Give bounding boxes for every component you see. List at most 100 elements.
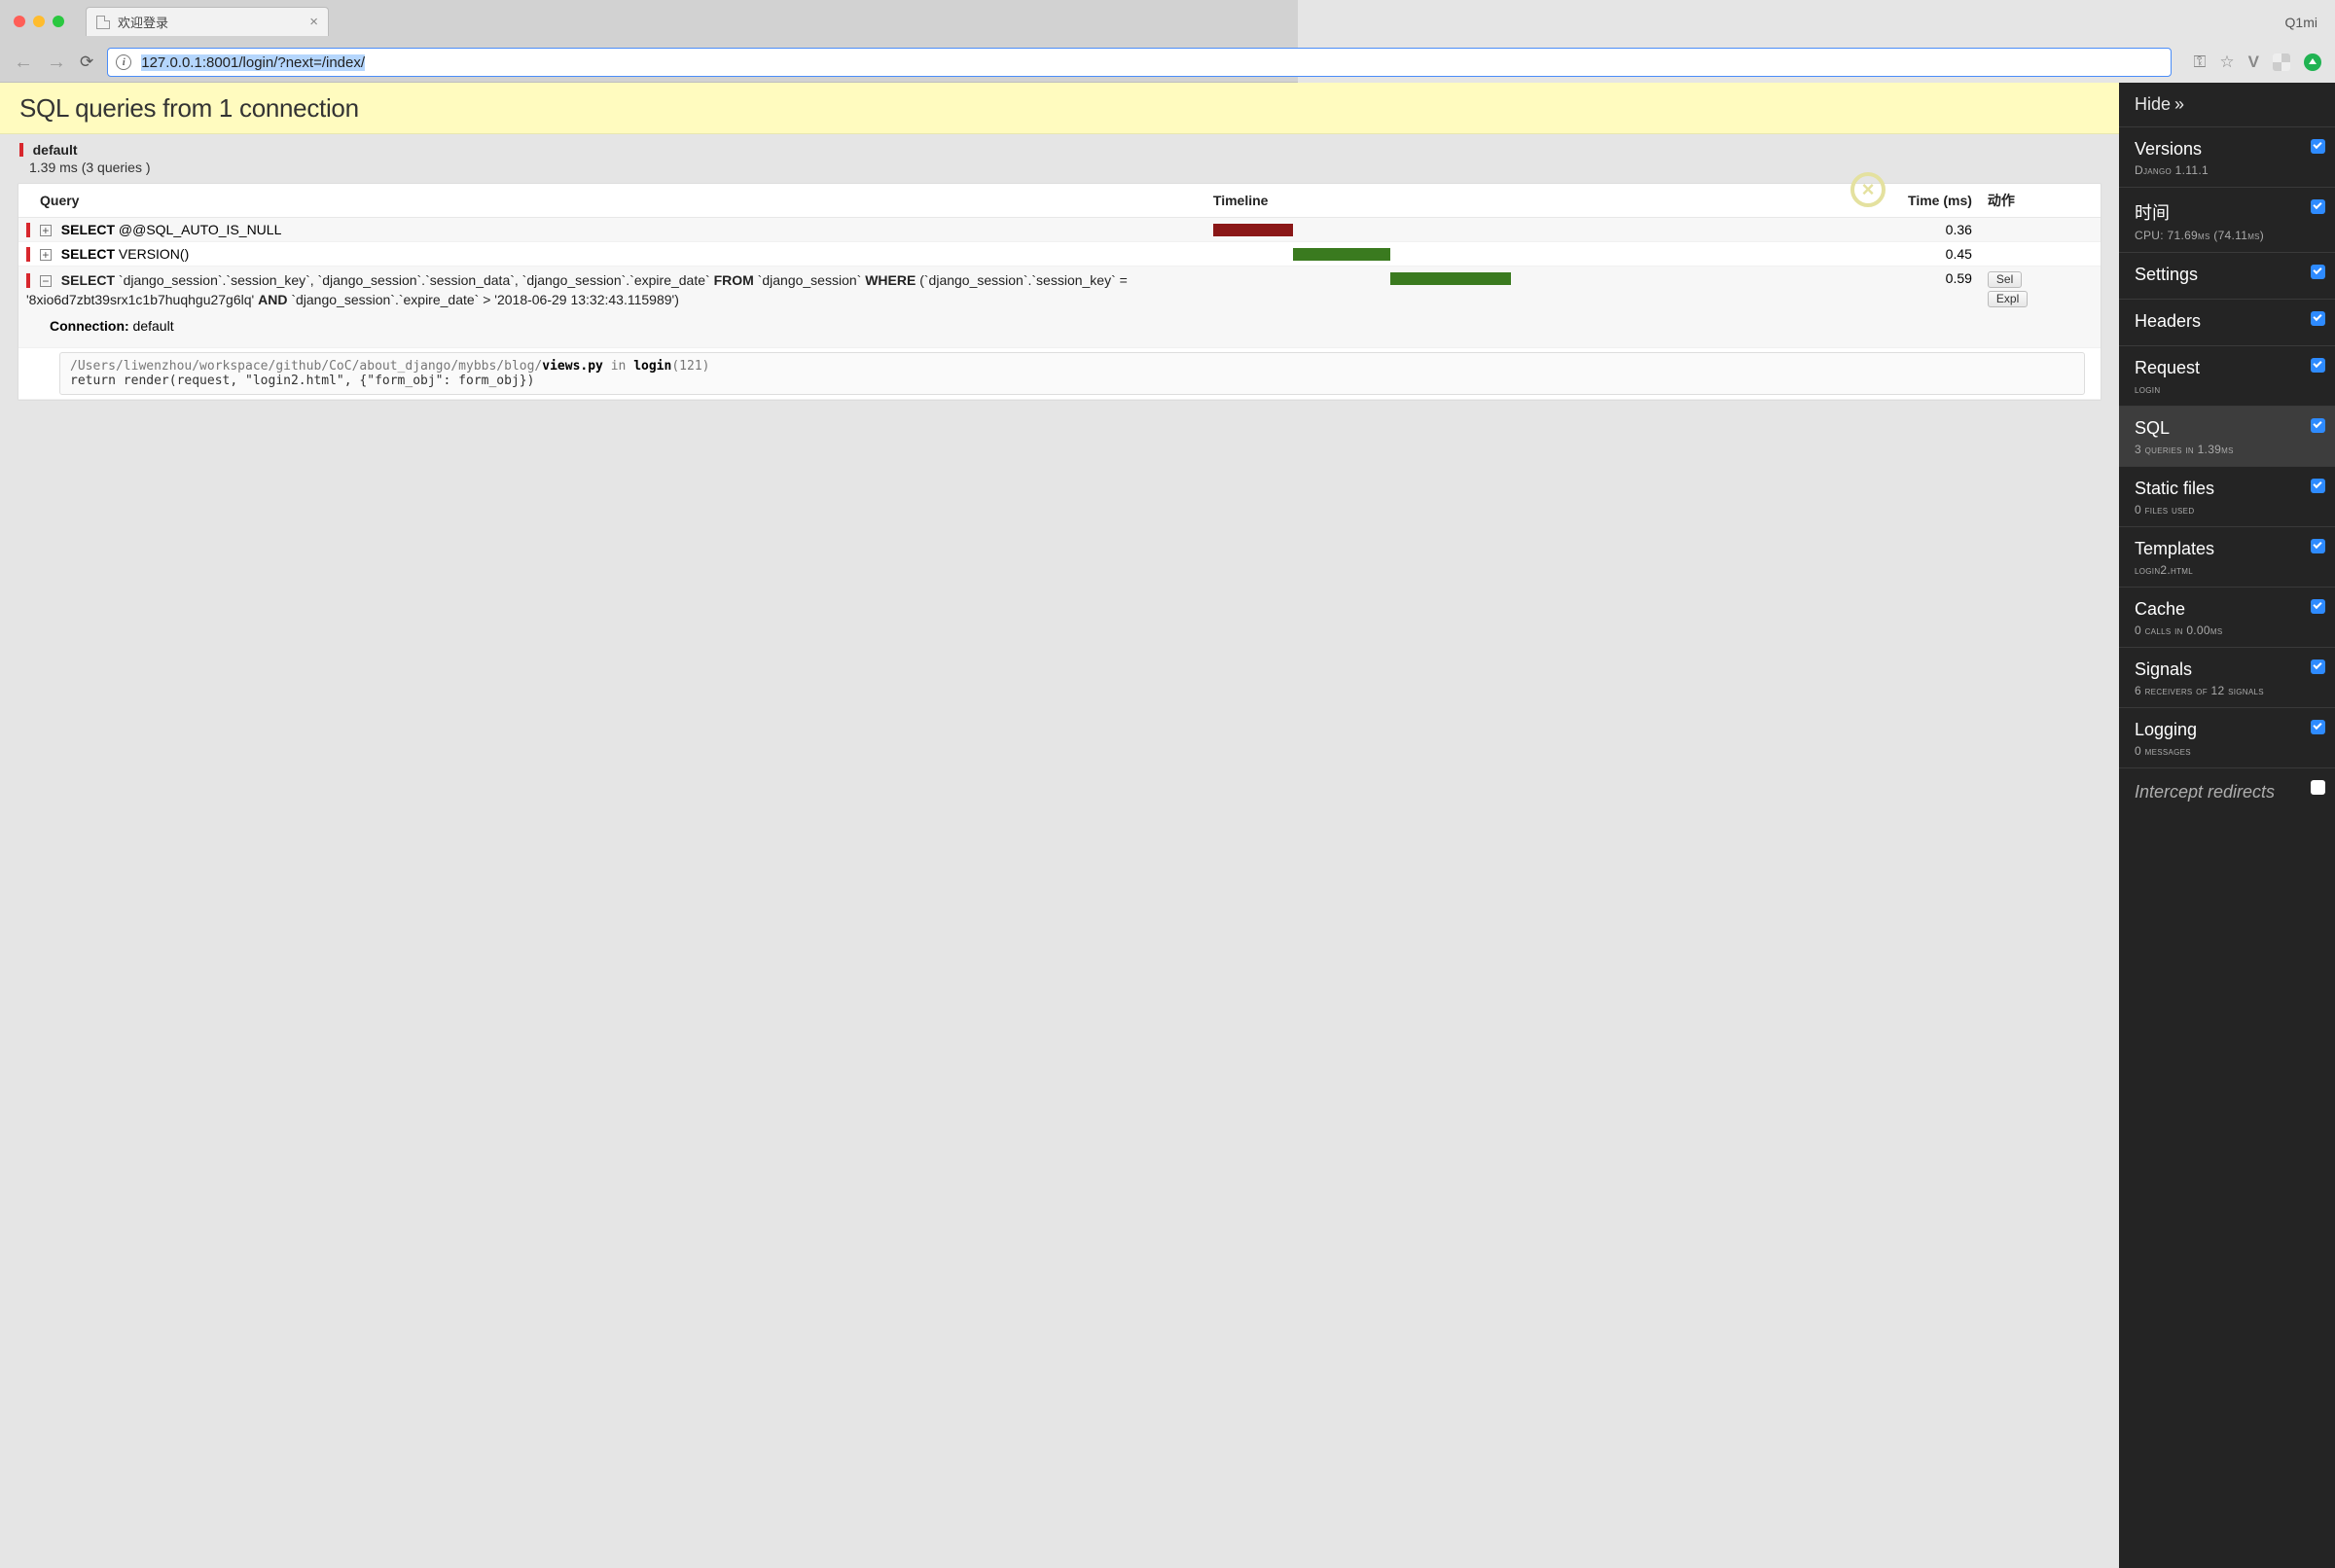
checkbox-icon[interactable] (2311, 139, 2325, 154)
checkbox-icon[interactable] (2311, 418, 2325, 433)
panel-subtitle: login2.html (2135, 563, 2319, 577)
url-input[interactable]: i 127.0.0.1:8001/login/?next=/index/ (107, 48, 2172, 77)
checkbox-icon[interactable] (2311, 479, 2325, 493)
debug-toolbar: Hide» Versions Django 1.11.1 时间CPU: 71.69m… (2119, 83, 2335, 1568)
panel-title: Headers (2135, 311, 2319, 332)
site-info-icon[interactable]: i (116, 54, 131, 70)
upload-extension-icon[interactable] (2304, 53, 2321, 71)
back-icon[interactable]: ← (14, 52, 33, 74)
query-table: Query Timeline Time (ms) 动作 + SELECT @@S… (18, 183, 2102, 401)
url-host: 127.0.0.1 (141, 54, 202, 71)
toolbar-panel-时间[interactable]: 时间CPU: 71.69ms (74.11ms) (2119, 188, 2335, 253)
sel-button[interactable]: Sel (1988, 271, 2022, 288)
panel-close-icon[interactable]: × (1850, 172, 1886, 207)
toolbar-panel-logging[interactable]: Logging 0 messages (2119, 708, 2335, 768)
chevrons-right-icon: » (2174, 94, 2182, 114)
checkbox-icon[interactable] (2311, 599, 2325, 614)
time-value: 0.36 (1819, 218, 1980, 242)
timeline-cell (1213, 246, 1812, 262)
checkbox-icon[interactable] (2311, 358, 2325, 373)
table-row: + SELECT VERSION() 0.45 (18, 242, 2101, 267)
extension-icon[interactable] (2273, 53, 2290, 71)
checkbox-icon[interactable] (2311, 720, 2325, 734)
panel-subtitle: CPU: 71.69ms (74.11ms) (2135, 229, 2319, 242)
window-close-icon[interactable] (14, 16, 25, 27)
checkbox-icon[interactable] (2311, 539, 2325, 553)
hdr-time: Time (ms) (1819, 184, 1980, 218)
file-icon (96, 16, 110, 29)
table-row: − SELECT `django_session`.`session_key`,… (18, 267, 2101, 348)
hdr-action: 动作 (1980, 184, 2101, 218)
password-key-icon[interactable]: ⚿ (2193, 53, 2206, 72)
toolbar-panel-request[interactable]: Request login (2119, 346, 2335, 407)
connection-name: default (33, 142, 78, 158)
traceback-code: /Users/liwenzhou/workspace/github/CoC/ab… (59, 352, 2085, 395)
panel-title-text: SQL queries from 1 connection (19, 93, 359, 124)
tab-title: 欢迎登录 (118, 13, 168, 31)
toolbar-panel-sql[interactable]: SQL 3 queries in 1.39ms (2119, 407, 2335, 467)
chevron-down-icon[interactable]: V (2248, 53, 2259, 72)
panel-title: SQL (2135, 418, 2319, 439)
sql-keyword: SELECT (61, 222, 115, 237)
toolbar-panel-versions[interactable]: Versions Django 1.11.1 (2119, 127, 2335, 188)
timeline-bar (1293, 248, 1390, 261)
checkbox-icon[interactable] (2311, 265, 2325, 279)
reload-icon[interactable]: ⟳ (80, 53, 93, 72)
timeline-cell (1213, 270, 1812, 286)
panel-title: Logging (2135, 720, 2319, 740)
toolbar-panel-headers[interactable]: Headers (2119, 300, 2335, 346)
toolbar-panel-cache[interactable]: Cache 0 calls in 0.00ms (2119, 588, 2335, 648)
toolbar-intercept[interactable]: Intercept redirects (2119, 768, 2335, 816)
panel-title: Templates (2135, 539, 2319, 559)
browser-chrome: 欢迎登录 × Q1mi ← → ⟳ i 127.0.0.1:8001/login… (0, 0, 1298, 83)
expand-icon[interactable]: + (40, 225, 52, 236)
toolbar-panel-static-files[interactable]: Static files0 files used (2119, 467, 2335, 527)
toolbar-panel-settings[interactable]: Settings (2119, 253, 2335, 300)
urlbar-icons: ⚿ ☆ V (2193, 53, 2321, 72)
detail-conn-value: default (133, 318, 174, 334)
checkbox-icon[interactable] (2311, 311, 2325, 326)
hdr-timeline: Timeline (1205, 184, 1819, 218)
expl-button[interactable]: Expl (1988, 291, 2028, 307)
time-value: 0.59 (1819, 267, 1980, 348)
panel-subtitle: 0 calls in 0.00ms (2135, 624, 2319, 637)
window-minimize-icon[interactable] (33, 16, 45, 27)
collapse-icon[interactable]: − (40, 275, 52, 287)
toolbar-panel-templates[interactable]: Templates login2.html (2119, 527, 2335, 588)
panel-title: Settings (2135, 265, 2319, 285)
query-detail: Connection: default (26, 310, 1198, 343)
timeline-cell (1213, 222, 1812, 237)
panel-title: Signals (2135, 659, 2319, 680)
page-content: SQL queries from 1 connection × default … (0, 83, 2119, 1568)
connection-stats: 1.39 ms (3 queries ) (29, 160, 2100, 175)
panel-subtitle: 0 messages (2135, 744, 2319, 758)
panel-subtitle: Django 1.11.1 (2135, 163, 2319, 177)
db-marker-icon (26, 223, 30, 237)
hdr-query: Query (18, 184, 1205, 218)
tab-close-icon[interactable]: × (309, 14, 318, 30)
toolbar-panel-signals[interactable]: Signals6 receivers of 12 signals (2119, 648, 2335, 708)
sql-text: SELECT `django_session`.`session_key`, `… (26, 272, 1128, 307)
checkbox-icon[interactable] (2311, 659, 2325, 674)
panel-subtitle: login (2135, 382, 2319, 396)
expand-icon[interactable]: + (40, 249, 52, 261)
browser-tab[interactable]: 欢迎登录 × (86, 7, 329, 36)
panel-title: Static files (2135, 479, 2319, 499)
panel-title: Cache (2135, 599, 2319, 620)
toolbar-hide-button[interactable]: Hide» (2119, 83, 2335, 127)
table-row: + SELECT @@SQL_AUTO_IS_NULL 0.36 (18, 218, 2101, 242)
panel-title: Request (2135, 358, 2319, 378)
table-header-row: Query Timeline Time (ms) 动作 (18, 184, 2101, 218)
url-path: :8001/login/?next=/index/ (202, 54, 365, 71)
detail-conn-label: Connection: (50, 318, 129, 334)
profile-label[interactable]: Q1mi (2285, 15, 2317, 30)
panel-subtitle: 3 queries in 1.39ms (2135, 443, 2319, 456)
sql-text: @@SQL_AUTO_IS_NULL (115, 222, 281, 237)
timeline-bar (1213, 224, 1293, 236)
checkbox-icon[interactable] (2311, 780, 2325, 795)
bookmark-star-icon[interactable]: ☆ (2219, 53, 2234, 72)
panel-title: Versions (2135, 139, 2319, 160)
window-zoom-icon[interactable] (53, 16, 64, 27)
checkbox-icon[interactable] (2311, 199, 2325, 214)
traceback-row: /Users/liwenzhou/workspace/github/CoC/ab… (18, 347, 2101, 399)
